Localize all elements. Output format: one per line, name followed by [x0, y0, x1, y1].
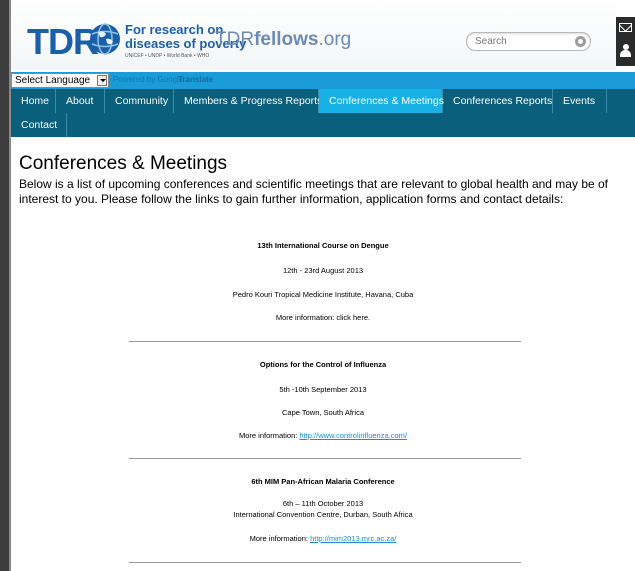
nav-item-conferences-reports[interactable]: Conferences Reports — [443, 89, 553, 113]
event-link[interactable]: http://mim2013.mrc.ac.za/ — [310, 534, 396, 543]
globe-icon — [90, 23, 120, 55]
site-header: TDR For research on diseases of poverty … — [11, 0, 616, 70]
chevron-down-icon[interactable] — [97, 75, 107, 86]
event-more-label: More information: — [275, 313, 337, 322]
powered-by-google: Powered by Google — [113, 75, 184, 84]
translate-link[interactable]: Translate — [178, 75, 213, 84]
language-select[interactable]: Select Language — [11, 73, 109, 88]
event-dates: 12th - 23rd August 2013 — [282, 266, 364, 275]
nav-item-conferences-meetings[interactable]: Conferences & Meetings — [319, 89, 444, 113]
language-select-label: Select Language — [15, 75, 91, 86]
intro-text: Below is a list of upcoming conferences … — [19, 177, 609, 206]
search-box — [466, 32, 591, 51]
account-toolbar — [616, 17, 635, 66]
logo-wordmark: TDR — [27, 21, 99, 62]
event-more-label: More information: — [249, 534, 311, 543]
site-name-bold: fellows — [254, 29, 319, 50]
event-location: Cape Town, South Africa — [282, 408, 364, 417]
site-name-suffix: .org — [318, 29, 352, 50]
site-name-prefix: TDR — [215, 29, 255, 50]
nav-item-home[interactable]: Home — [11, 89, 56, 113]
page-title: Conferences & Meetings — [19, 153, 228, 174]
event-link[interactable]: click here. — [336, 313, 370, 322]
event-title: 6th MIM Pan-African Malaria Conference — [251, 477, 395, 486]
main-nav: Home About Community Members & Progress … — [11, 89, 635, 137]
event-link[interactable]: http://www.controlinfluenza.com/ — [299, 431, 407, 440]
page: TDR For research on diseases of poverty … — [11, 0, 635, 571]
event-location: Pedro Kouri Tropical Medicine Institute,… — [232, 290, 414, 299]
nav-item-about[interactable]: About — [56, 89, 105, 113]
search-input[interactable] — [475, 35, 565, 48]
event-dates: 5th -10th September 2013 — [279, 385, 367, 394]
divider — [129, 458, 521, 459]
divider — [129, 341, 521, 342]
nav-item-events[interactable]: Events — [553, 89, 607, 113]
search-button-icon[interactable] — [575, 36, 586, 47]
logo-partners: UNICEF • UNDP • World Bank • WHO — [125, 53, 210, 59]
event-title: 13th International Course on Dengue — [257, 241, 389, 250]
event-title: Options for the Control of Influenza — [259, 360, 387, 369]
nav-item-contact[interactable]: Contact — [11, 113, 67, 137]
nav-item-community[interactable]: Community — [105, 89, 174, 113]
site-name[interactable]: TDRfellows.org — [215, 29, 351, 51]
event-more-label: More information: — [238, 431, 300, 440]
event-location: International Convention Centre, Durban,… — [233, 510, 413, 519]
window-border — [0, 0, 9, 571]
nav-item-members-progress-reports[interactable]: Members & Progress Reports — [174, 89, 322, 113]
user-icon[interactable] — [620, 44, 631, 58]
mail-icon[interactable] — [619, 23, 632, 32]
divider — [129, 562, 521, 563]
event-dates: 6th – 11th October 2013 — [282, 499, 364, 508]
translate-bar: Select Language Powered by Google Transl… — [11, 72, 635, 89]
